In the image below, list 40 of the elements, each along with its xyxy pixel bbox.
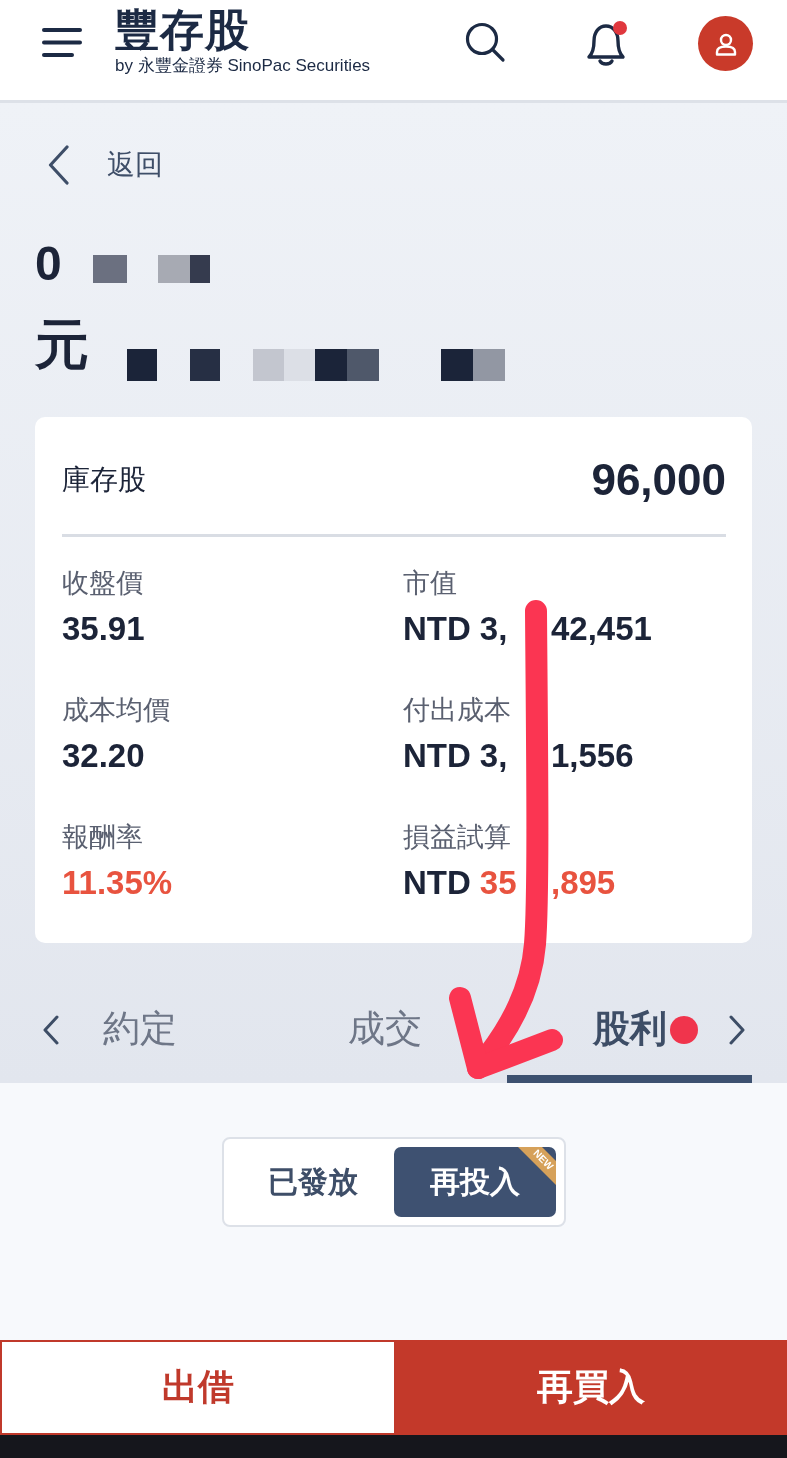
app-logo: 豐存股 bbox=[115, 6, 251, 54]
currency-code: NTD bbox=[403, 609, 471, 649]
search-icon bbox=[464, 21, 506, 63]
tab[interactable]: 成交 bbox=[262, 983, 507, 1083]
primary-action-button[interactable]: 再買入 bbox=[395, 1340, 787, 1435]
field-label: 市值 bbox=[403, 567, 457, 600]
field-value: 32.20 bbox=[62, 736, 145, 776]
field-value: 3, bbox=[479, 609, 508, 649]
person-icon bbox=[713, 31, 738, 56]
segment-button[interactable]: 已發放 bbox=[231, 1147, 394, 1217]
field-label: 收盤價 bbox=[62, 567, 143, 600]
field-label: 報酬率 bbox=[62, 821, 143, 854]
profile-button[interactable] bbox=[698, 16, 753, 71]
field-value: 11.35% bbox=[62, 863, 173, 903]
currency-code: NTD bbox=[403, 863, 471, 903]
field-value: 35.91 bbox=[62, 609, 145, 649]
share-count: 96,000 bbox=[591, 455, 726, 505]
currency-code: NTD bbox=[403, 736, 471, 776]
notifications-button[interactable] bbox=[584, 20, 628, 66]
chevron-right-icon[interactable] bbox=[728, 1015, 746, 1045]
field-value: 1,556 bbox=[551, 736, 634, 776]
tab[interactable]: 約定 bbox=[17, 983, 262, 1083]
field-value: 42,451 bbox=[551, 609, 652, 649]
field-value: 3, bbox=[479, 736, 508, 776]
chevron-left-icon[interactable] bbox=[42, 1015, 60, 1045]
stock-code: 0 bbox=[35, 239, 62, 289]
field-label: 成本均價 bbox=[62, 694, 170, 727]
field-value: 35 bbox=[479, 863, 517, 903]
back-button[interactable]: 返回 bbox=[47, 143, 163, 187]
holding-label: 庫存股 bbox=[62, 463, 146, 497]
stock-name: 元 bbox=[35, 314, 89, 374]
chevron-left-icon bbox=[47, 145, 70, 185]
field-label: 損益試算 bbox=[403, 821, 511, 854]
field-value: ,895 bbox=[551, 863, 616, 903]
menu-icon bbox=[42, 28, 82, 57]
logo-tagline: by 永豐金證券 SinoPac Securities bbox=[115, 56, 371, 76]
secondary-action-button[interactable]: 出借 bbox=[0, 1340, 396, 1435]
field-label: 付出成本 bbox=[403, 694, 511, 727]
search-button[interactable] bbox=[464, 21, 506, 63]
menu-button[interactable] bbox=[42, 28, 82, 57]
